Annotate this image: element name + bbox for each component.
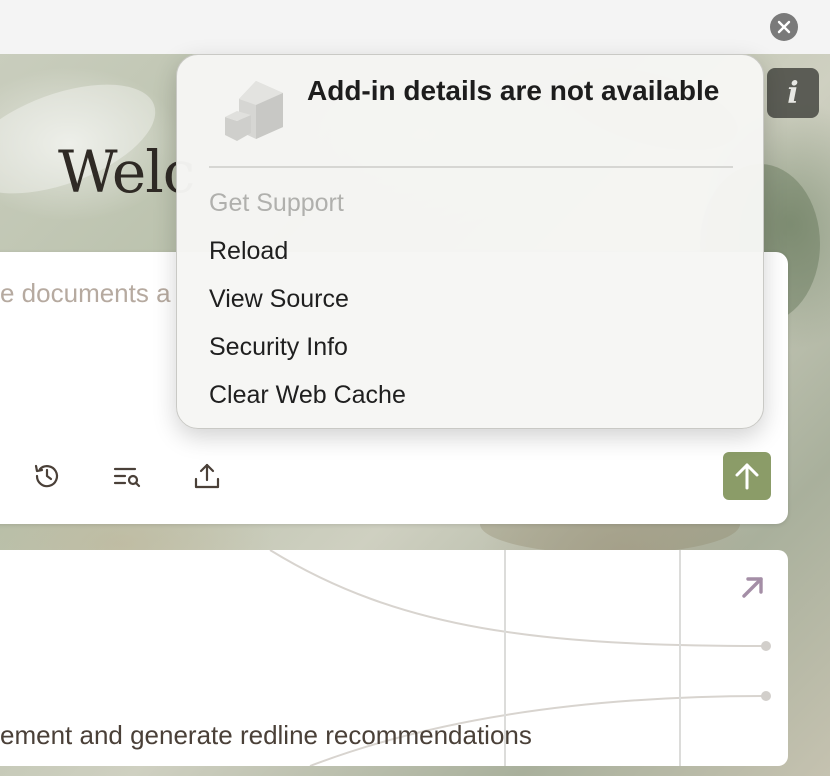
info-button[interactable]: i	[767, 68, 819, 118]
menu-item-view-source[interactable]: View Source	[209, 285, 349, 314]
info-icon: i	[787, 75, 799, 111]
upload-icon[interactable]	[189, 458, 225, 494]
prompt-input[interactable]: e documents a	[0, 278, 171, 309]
window-title-bar	[0, 0, 830, 54]
menu-divider	[209, 166, 733, 168]
arrow-up-right-icon[interactable]	[736, 570, 770, 604]
menu-item-reload[interactable]: Reload	[209, 237, 288, 266]
welcome-heading: Welc	[58, 138, 195, 206]
addin-context-menu: Add-in details are not available Get Sup…	[176, 54, 764, 429]
send-button[interactable]	[723, 452, 771, 500]
suggestion-text: ement and generate redline recommendatio…	[0, 720, 532, 750]
history-icon[interactable]	[29, 458, 65, 494]
list-search-icon[interactable]	[109, 458, 145, 494]
menu-item-security-info[interactable]: Security Info	[209, 333, 348, 362]
menu-item-clear-web-cache[interactable]: Clear Web Cache	[209, 381, 406, 410]
menu-item-get-support: Get Support	[209, 189, 344, 217]
close-icon[interactable]	[770, 13, 798, 41]
addin-cube-icon	[223, 79, 289, 150]
arrow-up-icon	[735, 463, 759, 490]
menu-title: Add-in details are not available	[307, 75, 720, 106]
